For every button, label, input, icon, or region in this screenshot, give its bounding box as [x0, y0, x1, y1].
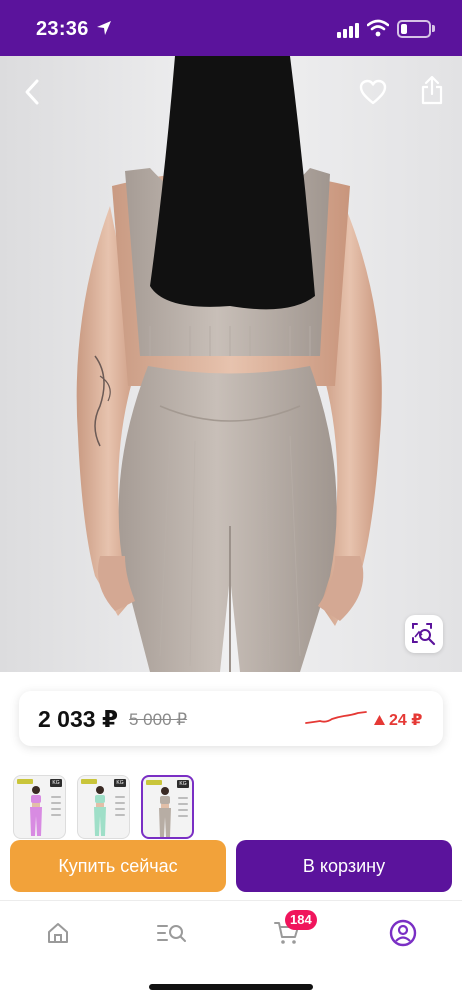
heart-icon	[359, 79, 387, 105]
image-search-icon	[412, 623, 436, 646]
catalog-search-icon	[157, 925, 186, 942]
thumbnail-pink[interactable]: KG	[13, 775, 66, 839]
old-price: 5 000 ₽	[129, 710, 188, 729]
battery-icon	[397, 20, 431, 38]
status-bar: 23:36	[0, 0, 462, 56]
price-history-sparkline	[305, 711, 367, 724]
home-indicator	[149, 984, 313, 990]
nav-home[interactable]	[38, 915, 78, 951]
share-button[interactable]	[414, 72, 450, 108]
home-icon	[48, 923, 68, 943]
add-to-cart-button[interactable]: В корзину	[236, 840, 452, 892]
back-button[interactable]	[14, 74, 50, 110]
wifi-icon	[367, 19, 389, 37]
thumbnail-mint[interactable]: KG	[77, 775, 130, 839]
nav-catalog[interactable]	[152, 915, 192, 951]
price-change-value: 24 ₽	[389, 712, 423, 729]
nav-profile[interactable]	[383, 915, 423, 951]
price-change: 24 ₽	[374, 710, 422, 730]
price-card[interactable]: 2 033 ₽ 5 000 ₽ 24 ₽	[19, 691, 443, 746]
buy-now-button[interactable]: Купить сейчас	[10, 840, 226, 892]
cellular-signal-icon	[337, 22, 361, 38]
chevron-left-icon	[25, 79, 39, 105]
favorite-button[interactable]	[355, 74, 391, 110]
product-photo	[0, 56, 462, 672]
visual-search-button[interactable]	[405, 615, 443, 653]
status-time: 23:36	[36, 18, 89, 40]
triangle-up-icon	[374, 715, 385, 725]
location-arrow-icon	[97, 21, 111, 35]
share-icon	[421, 75, 443, 105]
cart-count-badge: 184	[285, 910, 317, 930]
product-thumbnails: KG KG KG	[13, 775, 194, 839]
current-price: 2 033 ₽	[38, 706, 118, 732]
thumbnail-beige[interactable]: KG	[141, 775, 194, 839]
product-image[interactable]	[0, 56, 462, 672]
profile-icon	[389, 919, 417, 947]
